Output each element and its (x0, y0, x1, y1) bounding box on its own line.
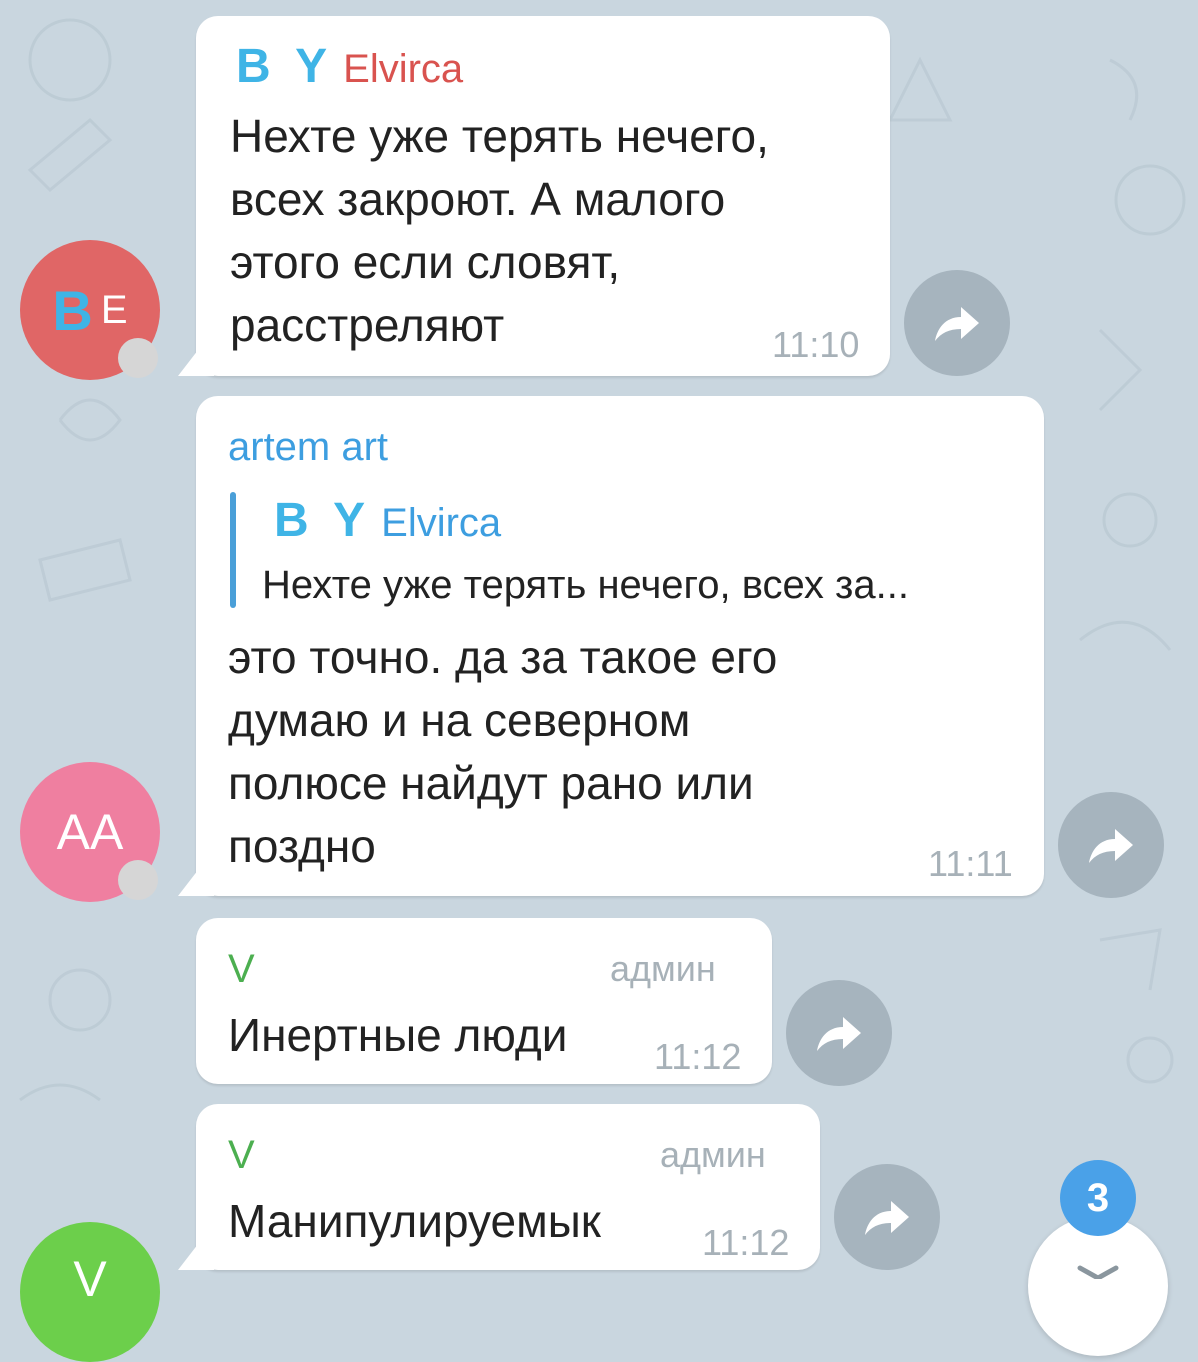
avatar-letter: E (100, 287, 128, 332)
share-arrow-icon (865, 1201, 909, 1235)
share-arrow-icon (1089, 829, 1133, 863)
avatar-logo: B (52, 278, 93, 342)
online-status-dot (118, 860, 158, 900)
message-time: 11:12 (702, 1222, 790, 1263)
online-status-dot (118, 338, 158, 378)
admin-role-label: админ (660, 1134, 766, 1175)
message-text: Нехте уже терять нечего, всех закроют. А… (230, 105, 769, 357)
avatar-initials: AA (56, 804, 124, 860)
share-button[interactable] (904, 270, 1010, 376)
reply-sender-line[interactable]: B Y Elvirca (274, 497, 502, 546)
reply-sender-logo: B Y (274, 494, 372, 547)
message-text: Манипулируемык (228, 1195, 601, 1247)
reply-sender-name: Elvirca (381, 501, 502, 545)
avatar-initials: V (73, 1251, 107, 1307)
message-time: 11:10 (772, 324, 860, 365)
scroll-to-bottom-button[interactable] (1028, 1216, 1168, 1356)
share-arrow-icon (817, 1017, 861, 1051)
message-line: Нехте уже терять нечего, (230, 110, 769, 162)
share-button[interactable] (786, 980, 892, 1086)
sender-name[interactable]: V (228, 1132, 255, 1178)
sender-logo: B Y (236, 40, 334, 93)
message-time: 11:12 (654, 1036, 742, 1077)
reply-quote-bar (230, 492, 236, 608)
message-time: 11:11 (928, 843, 1013, 884)
avatar[interactable]: V (20, 1222, 160, 1362)
message-line: расстреляют (230, 299, 505, 351)
message-line: думаю и на северном (228, 694, 691, 746)
sender-name[interactable]: V (228, 946, 255, 992)
message-line: всех закроют. А малого (230, 173, 726, 225)
message-line: поздно (228, 820, 376, 872)
share-button[interactable] (834, 1164, 940, 1270)
sender-line[interactable]: B Y Elvirca (236, 43, 463, 92)
share-arrow-icon (935, 307, 979, 341)
message-line: это точно. да за такое его (228, 631, 778, 683)
unread-count-badge[interactable]: 3 (1060, 1160, 1136, 1236)
admin-role-label: админ (610, 948, 716, 989)
sender-name[interactable]: artem art (228, 424, 388, 470)
reply-preview[interactable]: Нехте уже терять нечего, всех за... (262, 556, 909, 614)
sender-name[interactable]: Elvirca (343, 47, 463, 91)
message-line: полюсе найдут рано или (228, 757, 754, 809)
message-text: это точно. да за такое его думаю и на се… (228, 626, 777, 878)
message-text: Инертные люди (228, 1009, 568, 1061)
share-button[interactable] (1058, 792, 1164, 898)
message-line: этого если словят, (230, 236, 621, 288)
